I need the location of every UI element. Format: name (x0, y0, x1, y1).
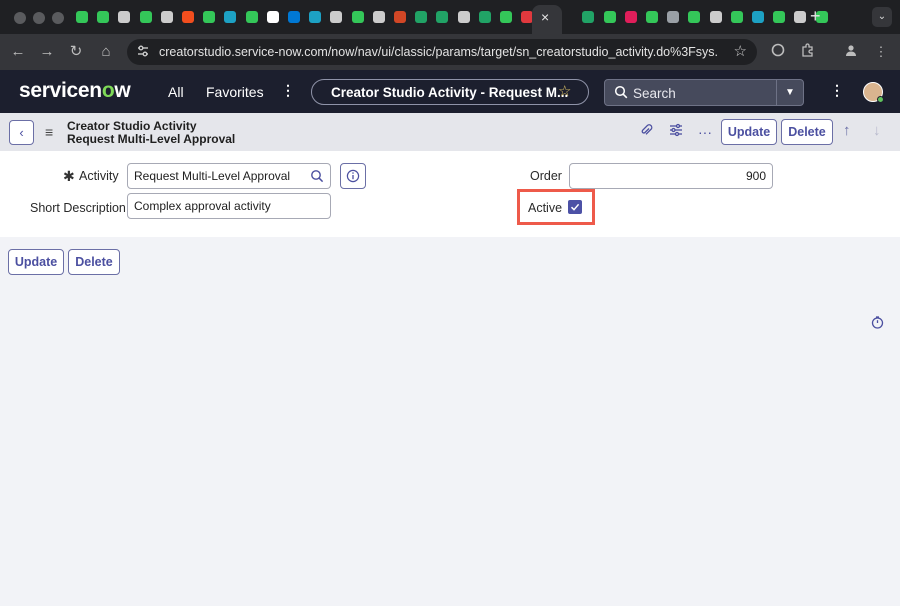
form-context-menu-icon[interactable]: ≡ (45, 124, 53, 140)
order-label: Order (530, 169, 562, 183)
close-tab-icon[interactable]: × (541, 7, 549, 27)
url-text: creatorstudio.service-now.com/now/nav/ui… (159, 45, 719, 59)
site-settings-icon[interactable] (135, 44, 151, 60)
form-title-table: Creator Studio Activity (67, 119, 197, 133)
tab-favicon-icon[interactable] (646, 11, 658, 23)
profile-icon[interactable] (842, 43, 860, 61)
presence-status-dot (877, 96, 884, 103)
form-back-button[interactable]: ‹ (9, 120, 34, 145)
extension-icon[interactable] (769, 43, 787, 61)
browser-address-bar: ← → ↻ ⌂ creatorstudio.service-now.com/no… (0, 34, 900, 70)
activity-label: Activity (79, 169, 119, 183)
tab-favicon-icon[interactable] (351, 11, 364, 23)
nav-more-icon[interactable]: ⋮ (281, 82, 295, 99)
tab-favicon-icon[interactable] (309, 11, 322, 23)
bookmark-star-icon[interactable]: ☆ (734, 42, 747, 60)
short-description-field[interactable]: Complex approval activity (127, 193, 331, 219)
tab-favicon-icon[interactable] (288, 11, 300, 23)
servicenow-logo[interactable]: servicenow (19, 79, 131, 103)
tab-favicon-icon[interactable] (730, 11, 743, 23)
global-search[interactable]: Search ▼ (604, 79, 804, 106)
extensions-puzzle-icon[interactable] (799, 43, 817, 61)
personalize-form-icon[interactable] (667, 123, 685, 141)
delete-button-bottom[interactable]: Delete (68, 249, 120, 275)
browser-menu-icon[interactable]: ⋮ (872, 43, 890, 61)
tab-favicon-icon[interactable] (688, 11, 701, 23)
context-pill[interactable]: Creator Studio Activity - Request M... ☆ (311, 79, 589, 105)
tab-favicon-icon[interactable] (266, 11, 279, 23)
nav-all[interactable]: All (168, 84, 184, 100)
search-input[interactable]: Search (633, 86, 676, 101)
window-close-control[interactable] (14, 12, 26, 24)
info-icon (346, 169, 360, 183)
tab-favicon-icon[interactable] (773, 11, 786, 23)
window-zoom-control[interactable] (52, 12, 64, 24)
tab-favicon-icon[interactable] (436, 11, 449, 23)
activity-lookup-button[interactable] (305, 163, 331, 189)
forward-arrow-icon[interactable]: → (37, 42, 57, 62)
context-pill-label: Creator Studio Activity - Request M... (331, 85, 569, 100)
tab-favicon-icon[interactable] (139, 11, 152, 23)
form-body: ✱ Activity Request Multi-Level Approval … (0, 151, 900, 237)
browser-tab-favicons[interactable] (72, 7, 828, 27)
tab-favicon-icon[interactable] (794, 11, 807, 23)
tab-favicon-icon[interactable] (182, 11, 194, 23)
tab-favicon-icon[interactable] (160, 11, 173, 23)
attachment-icon[interactable] (637, 123, 655, 141)
home-icon[interactable]: ⌂ (96, 42, 116, 62)
order-field[interactable]: 900 (569, 163, 773, 189)
tab-favicon-icon[interactable] (603, 11, 616, 23)
search-icon (614, 85, 628, 99)
activity-field[interactable]: Request Multi-Level Approval (127, 163, 306, 189)
activity-info-button[interactable] (340, 163, 366, 189)
tab-favicon-icon[interactable] (582, 11, 595, 23)
tab-favicon-icon[interactable] (478, 11, 491, 23)
tab-favicon-icon[interactable] (245, 11, 258, 23)
delete-button-top[interactable]: Delete (781, 119, 833, 145)
servicenow-header: servicenow All Favorites ⋮ Creator Studi… (0, 70, 900, 113)
header-menu-icon[interactable]: ⋮ (830, 82, 844, 99)
reload-icon[interactable]: ↻ (66, 42, 86, 62)
tab-favicon-icon[interactable] (97, 11, 110, 23)
previous-record-icon[interactable]: ↑ (843, 122, 851, 139)
tab-favicon-icon[interactable] (752, 11, 764, 23)
response-time-icon[interactable] (871, 316, 884, 329)
url-field[interactable]: creatorstudio.service-now.com/now/nav/ui… (127, 39, 757, 65)
tab-favicon-icon[interactable] (500, 11, 512, 23)
lookup-search-icon (311, 170, 324, 183)
nav-favorites[interactable]: Favorites (206, 84, 264, 100)
search-scope-dropdown[interactable]: ▼ (776, 80, 803, 105)
tab-favicon-icon[interactable] (76, 11, 88, 23)
browser-tab-strip: × + ⌄ (0, 0, 900, 34)
more-options-icon[interactable]: ··· (696, 123, 714, 141)
new-tab-button[interactable]: + (810, 5, 821, 27)
tab-favicon-icon[interactable] (118, 11, 131, 23)
tab-list-button[interactable]: ⌄ (872, 7, 892, 27)
short-description-label: Short Description (30, 201, 126, 215)
tab-favicon-icon[interactable] (709, 11, 722, 23)
update-button-bottom[interactable]: Update (8, 249, 64, 275)
tab-favicon-icon[interactable] (224, 11, 237, 23)
tab-favicon-icon[interactable] (667, 11, 680, 23)
back-arrow-icon[interactable]: ← (8, 42, 28, 62)
tab-favicon-icon[interactable] (372, 11, 385, 23)
form-title-record: Request Multi-Level Approval (67, 132, 236, 146)
tab-favicon-icon[interactable] (394, 11, 406, 23)
next-record-icon: ↓ (873, 122, 881, 139)
window-minimize-control[interactable] (33, 12, 45, 24)
tab-favicon-icon[interactable] (203, 11, 216, 23)
tab-favicon-icon[interactable] (457, 11, 470, 23)
tab-favicon-icon[interactable] (415, 11, 428, 23)
favorite-star-icon[interactable]: ☆ (558, 82, 571, 100)
active-field-highlight (517, 189, 595, 225)
form-header: ‹ ≡ Creator Studio Activity Request Mult… (0, 113, 900, 151)
required-marker: ✱ (63, 168, 75, 184)
update-button-top[interactable]: Update (721, 119, 777, 145)
tab-favicon-icon[interactable] (330, 11, 343, 23)
tab-favicon-icon[interactable] (624, 11, 637, 23)
